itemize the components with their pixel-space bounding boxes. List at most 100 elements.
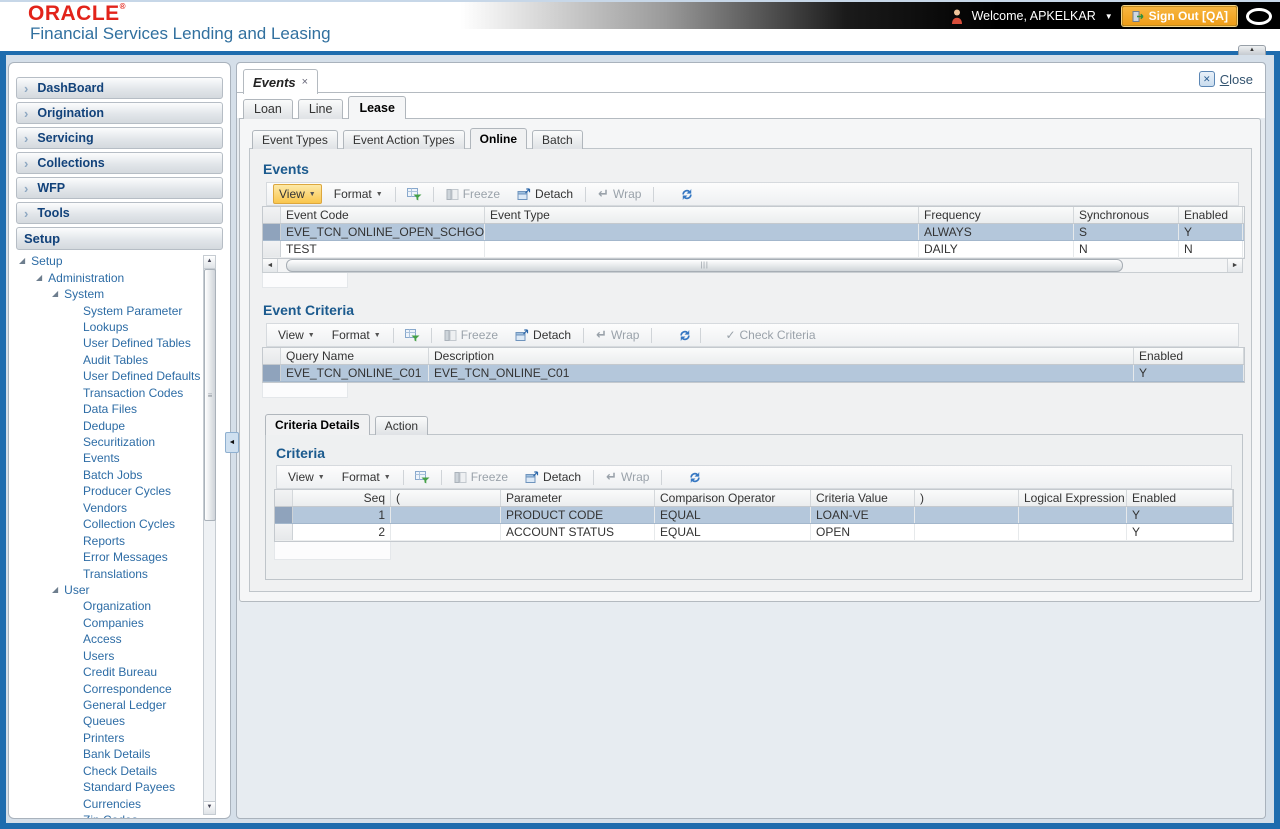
column-header[interactable]: Comparison Operator <box>655 490 811 506</box>
view-menu-button[interactable]: View ▼ <box>273 184 322 204</box>
tab-close-icon[interactable]: × <box>302 76 308 88</box>
tree-node-securitization[interactable]: Securitization <box>9 434 230 450</box>
row-selector[interactable] <box>263 365 281 381</box>
format-menu-button[interactable]: Format ▼ <box>327 326 386 344</box>
tree-node-check-details[interactable]: Check Details <box>9 763 230 779</box>
tree-node-bank-details[interactable]: Bank Details <box>9 746 230 762</box>
sidebar-item-servicing[interactable]: › Servicing <box>16 127 223 149</box>
events-table-row[interactable]: TEST DAILY N N <box>263 241 1244 258</box>
freeze-button[interactable]: Freeze <box>449 468 513 486</box>
tree-node-access[interactable]: Access <box>9 631 230 647</box>
tree-node-audit-tables[interactable]: Audit Tables <box>9 352 230 368</box>
detach-button[interactable]: Detach <box>512 185 578 203</box>
tree-node-general-ledger[interactable]: General Ledger <box>9 697 230 713</box>
tree-node-vendors[interactable]: Vendors <box>9 500 230 516</box>
sidebar-item-dashboard[interactable]: › DashBoard <box>16 77 223 99</box>
format-menu-button[interactable]: Format ▼ <box>337 468 396 486</box>
tree-node-credit-bureau[interactable]: Credit Bureau <box>9 664 230 680</box>
column-header[interactable]: Description <box>429 348 1134 364</box>
row-selector[interactable] <box>263 224 281 240</box>
sidebar-item-origination[interactable]: › Origination <box>16 102 223 124</box>
event-criteria-table-row[interactable]: EVE_TCN_ONLINE_C01 EVE_TCN_ONLINE_C01 Y <box>263 365 1244 382</box>
tree-node-correspondence[interactable]: Correspondence <box>9 680 230 696</box>
row-selector[interactable] <box>263 241 281 257</box>
sidebar-item-tools[interactable]: › Tools <box>16 202 223 224</box>
criteria-table-row[interactable]: 1 PRODUCT CODE EQUAL LOAN-VE Y <box>275 507 1233 524</box>
scroll-right-button[interactable]: ► <box>1227 259 1242 272</box>
column-header[interactable]: Enabled <box>1179 207 1243 223</box>
freeze-button[interactable]: Freeze <box>441 185 505 203</box>
close-button[interactable]: ✕ Close <box>1198 71 1253 87</box>
tree-node-dedupe[interactable]: Dedupe <box>9 417 230 433</box>
tree-node-system-parameter[interactable]: System Parameter <box>9 302 230 318</box>
view-menu-button[interactable]: View ▼ <box>283 468 330 486</box>
tab-event-types[interactable]: Event Types <box>252 130 338 149</box>
tree-node-queues[interactable]: Queues <box>9 713 230 729</box>
column-header[interactable]: Enabled <box>1134 348 1244 364</box>
tree-node-setup[interactable]: ◢ Setup <box>9 253 230 269</box>
events-table-row[interactable]: EVE_TCN_ONLINE_OPEN_SCHGOFF ALWAYS S Y <box>263 224 1244 241</box>
tree-node-user[interactable]: ◢ User <box>9 582 230 598</box>
tree-node-system[interactable]: ◢ System <box>9 286 230 302</box>
column-header[interactable]: Event Code <box>281 207 485 223</box>
tree-node-companies[interactable]: Companies <box>9 615 230 631</box>
tab-action[interactable]: Action <box>374 416 429 435</box>
expanded-node-icon[interactable]: ◢ <box>19 257 25 265</box>
column-header[interactable]: ( <box>391 490 501 506</box>
tab-line[interactable]: Line <box>297 99 344 119</box>
column-header[interactable]: Seq <box>293 490 391 506</box>
column-header[interactable]: Frequency <box>919 207 1074 223</box>
query-by-example-icon[interactable] <box>404 328 420 342</box>
query-by-example-icon[interactable] <box>406 187 422 201</box>
column-header[interactable]: Synchronous <box>1074 207 1179 223</box>
expanded-node-icon[interactable]: ◢ <box>36 273 42 282</box>
tree-node-user-defined-tables[interactable]: User Defined Tables <box>9 335 230 351</box>
query-by-example-icon[interactable] <box>414 470 430 484</box>
tree-node-collection-cycles[interactable]: Collection Cycles <box>9 516 230 532</box>
scrollbar-thumb[interactable]: ≡ <box>204 269 216 521</box>
tree-node-events[interactable]: Events <box>9 450 230 466</box>
tree-node-printers[interactable]: Printers <box>9 730 230 746</box>
column-header[interactable]: ) <box>915 490 1019 506</box>
tree-scrollbar[interactable]: ▲ ≡ ▼ <box>203 255 216 815</box>
user-menu-caret-icon[interactable]: ▼ <box>1105 12 1113 21</box>
column-header[interactable]: Parameter <box>501 490 655 506</box>
tab-lease[interactable]: Lease <box>348 96 406 119</box>
sign-out-button[interactable]: Sign Out [QA] <box>1121 6 1237 26</box>
tab-online[interactable]: Online <box>469 128 528 149</box>
tree-node-producer-cycles[interactable]: Producer Cycles <box>9 483 230 499</box>
column-header[interactable]: Criteria Value <box>811 490 915 506</box>
tab-event-action-types[interactable]: Event Action Types <box>342 130 465 149</box>
scrollbar-thumb[interactable]: ||| <box>286 259 1124 272</box>
tree-node-currencies[interactable]: Currencies <box>9 795 230 811</box>
tab-batch[interactable]: Batch <box>532 130 583 149</box>
tab-events-document[interactable]: Events × <box>243 69 319 94</box>
column-header[interactable]: Logical Expression <box>1019 490 1127 506</box>
tree-node-organization[interactable]: Organization <box>9 598 230 614</box>
scroll-up-button[interactable]: ▲ <box>204 256 215 269</box>
scroll-left-button[interactable]: ◄ <box>263 259 278 272</box>
tab-criteria-details[interactable]: Criteria Details <box>265 414 370 435</box>
refresh-icon[interactable] <box>677 328 693 343</box>
refresh-icon[interactable] <box>679 187 695 202</box>
tab-loan[interactable]: Loan <box>243 99 293 119</box>
tree-node-transaction-codes[interactable]: Transaction Codes <box>9 385 230 401</box>
scrollbar-track[interactable]: ||| <box>278 259 1227 272</box>
format-menu-button[interactable]: Format ▼ <box>329 185 388 203</box>
wrap-button[interactable]: ↵ Wrap <box>593 184 646 204</box>
collapse-panel-tab[interactable]: ▲ <box>1238 45 1266 55</box>
detach-button[interactable]: Detach <box>520 468 586 486</box>
tree-node-zip-codes[interactable]: Zip Codes <box>9 812 230 818</box>
tree-node-reports[interactable]: Reports <box>9 532 230 548</box>
refresh-icon[interactable] <box>687 470 703 485</box>
tree-node-standard-payees[interactable]: Standard Payees <box>9 779 230 795</box>
column-header[interactable]: Query Name <box>281 348 429 364</box>
detach-button[interactable]: Detach <box>510 326 576 344</box>
freeze-button[interactable]: Freeze <box>439 326 503 344</box>
row-selector[interactable] <box>275 507 293 523</box>
tree-node-user-defined-defaults[interactable]: User Defined Defaults <box>9 368 230 384</box>
tree-node-users[interactable]: Users <box>9 648 230 664</box>
tree-node-lookups[interactable]: Lookups <box>9 319 230 335</box>
expanded-node-icon[interactable]: ◢ <box>52 585 58 594</box>
sidebar-collapse-handle[interactable]: ◄ <box>225 432 239 453</box>
